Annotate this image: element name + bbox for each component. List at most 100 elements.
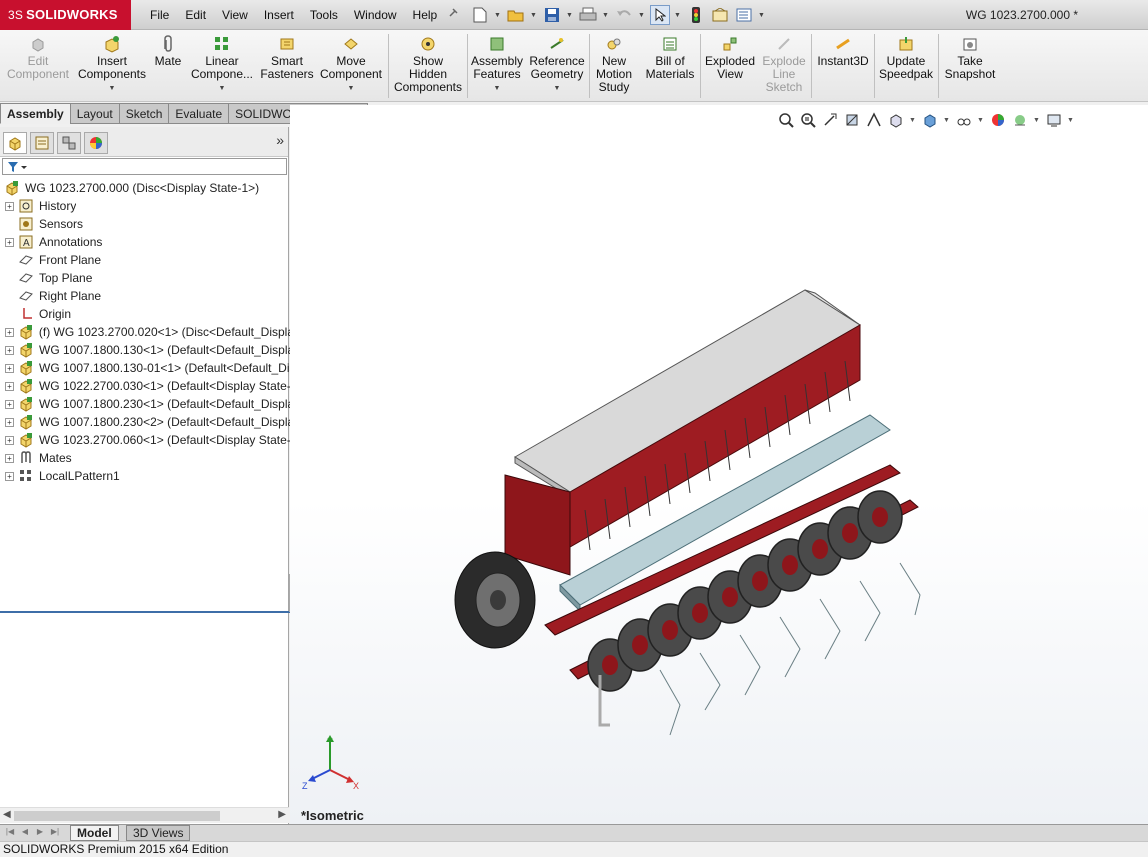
tree-node[interactable]: + LocalLPattern1 xyxy=(0,467,296,485)
tab-3d-views[interactable]: 3D Views xyxy=(126,825,191,841)
graphics-area[interactable]: ▼ ▼ ▼ ▼ ▼ Y X Z *Isometric xyxy=(290,105,1148,824)
reference-geometry-button[interactable]: Reference Geometry ▼ xyxy=(528,32,586,100)
chevron-down-icon[interactable]: ▼ xyxy=(977,117,985,124)
print-icon[interactable] xyxy=(578,5,598,25)
expand-toggle-icon[interactable]: + xyxy=(5,381,14,391)
chevron-down-icon[interactable]: ▼ xyxy=(494,12,502,19)
last-tab-icon[interactable]: ▶| xyxy=(48,827,62,839)
chevron-down-icon[interactable]: ▼ xyxy=(638,12,646,19)
insert-components-button[interactable]: Insert Components ▼ xyxy=(76,32,148,100)
chevron-down-icon[interactable]: ▼ xyxy=(109,82,116,95)
mate-button[interactable]: Mate xyxy=(150,32,186,100)
expand-toggle-icon[interactable]: + xyxy=(5,471,14,481)
assembly-features-button[interactable]: Assembly Features ▼ xyxy=(470,32,524,100)
tree-node[interactable]: + WG 1007.1800.230<1> (Default<Default_Di… xyxy=(0,395,296,413)
scrollbar-thumb[interactable] xyxy=(14,811,220,821)
save-icon[interactable] xyxy=(542,5,562,25)
property-manager-tab-icon[interactable] xyxy=(30,132,54,154)
scroll-right-icon[interactable]: ▶ xyxy=(278,809,286,820)
new-motion-study-button[interactable]: New Motion Study xyxy=(592,32,636,100)
display-manager-tab-icon[interactable] xyxy=(84,132,108,154)
apply-scene-icon[interactable] xyxy=(1011,111,1029,129)
view-settings-icon[interactable] xyxy=(1045,111,1063,129)
expand-toggle-icon[interactable]: + xyxy=(5,363,14,373)
chevron-down-icon[interactable]: ▼ xyxy=(554,82,561,95)
hide-show-items-icon[interactable] xyxy=(955,111,973,129)
menu-help[interactable]: Help xyxy=(405,0,446,30)
chevron-down-icon[interactable]: ▼ xyxy=(348,82,355,95)
select-cursor-icon[interactable] xyxy=(650,5,670,25)
display-style-icon[interactable] xyxy=(921,111,939,129)
zoom-to-fit-icon[interactable] xyxy=(777,111,795,129)
previous-view-icon[interactable] xyxy=(821,111,839,129)
edit-component-button[interactable]: Edit Component xyxy=(6,32,70,100)
tree-filter-input[interactable] xyxy=(2,158,287,175)
tree-node[interactable]: + History xyxy=(0,197,296,215)
update-speedpak-button[interactable]: Update Speedpak xyxy=(877,32,935,100)
configuration-manager-tab-icon[interactable] xyxy=(57,132,81,154)
section-view-icon[interactable] xyxy=(843,111,861,129)
feature-manager-tab-icon[interactable] xyxy=(3,132,27,154)
tree-node[interactable]: + WG 1007.1800.130-01<1> (Default<Default… xyxy=(0,359,296,377)
chevron-down-icon[interactable]: ▼ xyxy=(909,117,917,124)
tree-node[interactable]: Right Plane xyxy=(0,287,296,305)
edit-appearance-icon[interactable] xyxy=(989,111,1007,129)
chevron-down-icon[interactable]: ▼ xyxy=(494,82,501,95)
chevron-down-icon[interactable]: ▼ xyxy=(602,12,610,19)
linear-component-pattern-button[interactable]: Linear Compone... ▼ xyxy=(190,32,254,100)
expand-toggle-icon[interactable]: + xyxy=(5,201,14,211)
expand-panel-icon[interactable]: » xyxy=(276,132,284,148)
tree-node[interactable]: + Mates xyxy=(0,449,296,467)
menu-view[interactable]: View xyxy=(214,0,256,30)
chevron-down-icon[interactable]: ▼ xyxy=(674,12,682,19)
menu-tools[interactable]: Tools xyxy=(302,0,346,30)
expand-toggle-icon[interactable]: + xyxy=(5,345,14,355)
tree-node[interactable]: Sensors xyxy=(0,215,296,233)
expand-toggle-icon[interactable]: + xyxy=(5,327,14,337)
chevron-down-icon[interactable]: ▼ xyxy=(1067,117,1075,124)
zoom-to-area-icon[interactable] xyxy=(799,111,817,129)
seed-drill-3d-model[interactable] xyxy=(450,285,950,755)
menu-window[interactable]: Window xyxy=(346,0,405,30)
menu-file[interactable]: File xyxy=(142,0,177,30)
instant3d-button[interactable]: Instant3D xyxy=(814,32,872,100)
menu-edit[interactable]: Edit xyxy=(177,0,214,30)
show-hidden-components-button[interactable]: Show Hidden Components xyxy=(392,32,464,100)
take-snapshot-button[interactable]: Take Snapshot xyxy=(941,32,999,100)
menu-insert[interactable]: Insert xyxy=(256,0,302,30)
tree-node[interactable]: + WG 1007.1800.130<1> (Default<Default_Di… xyxy=(0,341,296,359)
previous-tab-icon[interactable]: ◀ xyxy=(18,827,32,839)
chevron-down-icon[interactable]: ▼ xyxy=(530,12,538,19)
expand-toggle-icon[interactable]: + xyxy=(5,453,14,463)
open-folder-icon[interactable] xyxy=(506,5,526,25)
expand-toggle-icon[interactable]: + xyxy=(5,435,14,445)
explode-line-sketch-button[interactable]: Explode Line Sketch xyxy=(760,32,808,100)
view-orientation-icon[interactable] xyxy=(887,111,905,129)
bill-of-materials-button[interactable]: Bill of Materials xyxy=(642,32,698,100)
expand-toggle-icon[interactable]: + xyxy=(5,417,14,427)
tree-node[interactable]: + WG 1023.2700.060<1> (Default<Display St… xyxy=(0,431,296,449)
expand-toggle-icon[interactable]: + xyxy=(5,237,14,247)
pin-icon[interactable] xyxy=(445,0,461,30)
tab-assembly[interactable]: Assembly xyxy=(0,103,71,124)
chevron-down-icon[interactable]: ▼ xyxy=(1033,117,1041,124)
tab-evaluate[interactable]: Evaluate xyxy=(168,103,230,124)
tree-node[interactable]: + WG 1022.2700.030<1> (Default<Display St… xyxy=(0,377,296,395)
solidworks-logo[interactable]: 3S SOLIDWORKS xyxy=(0,0,131,30)
dynamic-annotation-icon[interactable] xyxy=(865,111,883,129)
tree-node[interactable]: + (f) WG 1023.2700.020<1> (Disc<Default_D… xyxy=(0,323,296,341)
tree-node[interactable]: Front Plane xyxy=(0,251,296,269)
new-document-icon[interactable] xyxy=(470,5,490,25)
chevron-down-icon[interactable]: ▼ xyxy=(566,12,574,19)
next-tab-icon[interactable]: ▶ xyxy=(33,827,47,839)
tree-node[interactable]: + WG 1007.1800.230<2> (Default<Default_Di… xyxy=(0,413,296,431)
rebuild-traffic-light-icon[interactable] xyxy=(686,5,706,25)
smart-fasteners-button[interactable]: Smart Fasteners xyxy=(258,32,316,100)
tree-node[interactable]: Top Plane xyxy=(0,269,296,287)
tab-sketch[interactable]: Sketch xyxy=(118,103,170,124)
tree-root-node[interactable]: WG 1023.2700.000 (Disc<Display State-1>) xyxy=(0,179,296,197)
first-tab-icon[interactable]: |◀ xyxy=(3,827,17,839)
expand-toggle-icon[interactable]: + xyxy=(5,399,14,409)
move-component-button[interactable]: Move Component ▼ xyxy=(318,32,384,100)
chevron-down-icon[interactable]: ▼ xyxy=(943,117,951,124)
